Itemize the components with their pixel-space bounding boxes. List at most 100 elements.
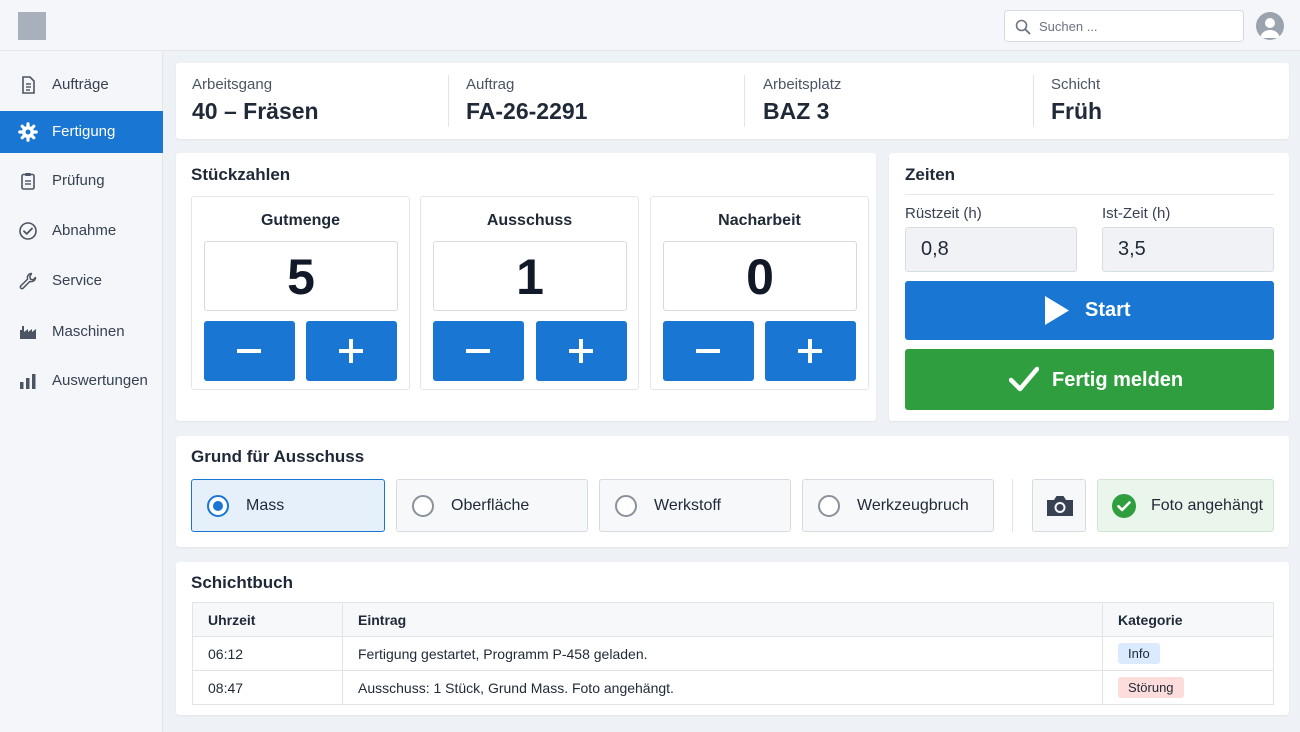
wrench-icon xyxy=(19,272,37,290)
radio-unselected-icon xyxy=(615,495,637,517)
sidebar-item-label: Aufträge xyxy=(52,76,109,93)
sidebar-item-label: Maschinen xyxy=(52,323,125,340)
quantities-title: Stückzahlen xyxy=(191,165,291,184)
reject-reason-card: Grund für Ausschuss Mass Oberfläche Werk… xyxy=(176,436,1289,547)
minus-icon xyxy=(237,349,261,353)
reason-option-label: Werkzeugbruch xyxy=(857,497,969,514)
start-button-label: Start xyxy=(1085,299,1131,321)
category-badge: Störung xyxy=(1118,677,1184,698)
minus-icon xyxy=(466,349,490,353)
radio-unselected-icon xyxy=(818,495,840,517)
factory-icon xyxy=(20,326,36,339)
plus-icon xyxy=(339,339,363,363)
radio-unselected-icon xyxy=(412,495,434,517)
info-value: BAZ 3 xyxy=(763,98,830,124)
row-time: 06:12 xyxy=(192,636,343,671)
search-input[interactable] xyxy=(1039,15,1235,37)
table-row[interactable]: 06:12 Fertigung gestartet, Programm P-45… xyxy=(192,636,1274,671)
search-box[interactable] xyxy=(1004,10,1244,42)
divider xyxy=(1033,75,1034,127)
reason-option-label: Werkstoff xyxy=(654,497,721,514)
search-icon xyxy=(1015,19,1031,35)
finish-button[interactable]: Fertig melden xyxy=(905,349,1274,410)
divider xyxy=(905,194,1274,195)
actual-time-field[interactable]: 3,5 xyxy=(1102,227,1274,272)
sidebar: Aufträge Fertigung Prüfung Abnahme Servi… xyxy=(0,51,163,732)
decrement-button[interactable] xyxy=(433,321,524,381)
table-row[interactable]: 08:47 Ausschuss: 1 Stück, Grund Mass. Fo… xyxy=(192,670,1274,705)
reason-option-werkzeugbruch[interactable]: Werkzeugbruch xyxy=(802,479,994,532)
setup-time-field[interactable]: 0,8 xyxy=(905,227,1077,272)
increment-button[interactable] xyxy=(536,321,627,381)
document-icon xyxy=(22,76,35,94)
sidebar-item-auftraege[interactable]: Aufträge xyxy=(0,64,163,106)
counter-label: Nacharbeit xyxy=(718,212,801,229)
info-value: Früh xyxy=(1051,98,1103,124)
counter-label: Ausschuss xyxy=(486,212,573,229)
reason-option-oberflaeche[interactable]: Oberfläche xyxy=(396,479,588,532)
sidebar-item-label: Auswertungen xyxy=(52,372,148,389)
row-entry: Ausschuss: 1 Stück, Grund Mass. Foto ang… xyxy=(342,670,1103,705)
counter-value[interactable]: 5 xyxy=(204,241,398,311)
check-circle-icon xyxy=(1112,494,1136,518)
shiftlog-title: Schichtbuch xyxy=(191,573,294,592)
row-category: Info xyxy=(1102,636,1274,671)
actual-time-label: Ist-Zeit (h) xyxy=(1102,205,1171,222)
check-circle-icon xyxy=(19,222,37,240)
counter-value[interactable]: 1 xyxy=(433,241,627,311)
increment-button[interactable] xyxy=(765,321,856,381)
start-button[interactable]: Start xyxy=(905,281,1274,340)
category-badge: Info xyxy=(1118,643,1160,664)
column-header-eintrag[interactable]: Eintrag xyxy=(342,602,1103,637)
setup-time-label: Rüstzeit (h) xyxy=(905,205,982,222)
column-header-uhrzeit[interactable]: Uhrzeit xyxy=(192,602,343,637)
sidebar-item-maschinen[interactable]: Maschinen xyxy=(0,311,163,353)
reason-option-mass[interactable]: Mass xyxy=(191,479,385,532)
gear-icon xyxy=(18,122,38,142)
shiftlog-table: Uhrzeit Eintrag Kategorie 06:12 Fertigun… xyxy=(192,602,1274,705)
user-avatar-icon[interactable] xyxy=(1256,12,1284,40)
info-value: FA-26-2291 xyxy=(466,98,588,124)
sidebar-item-label: Fertigung xyxy=(52,123,116,140)
info-label: Arbeitsgang xyxy=(192,76,273,93)
sidebar-item-label: Abnahme xyxy=(52,222,117,239)
camera-button[interactable] xyxy=(1032,479,1086,532)
photo-status-label: Foto angehängt xyxy=(1151,497,1264,514)
counter-ausschuss: Ausschuss 1 xyxy=(420,196,639,390)
info-label: Arbeitsplatz xyxy=(763,76,842,93)
counter-label: Gutmenge xyxy=(260,212,341,229)
minus-icon xyxy=(696,349,720,353)
sidebar-item-label: Service xyxy=(52,272,103,289)
reject-reason-title: Grund für Ausschuss xyxy=(191,447,365,466)
plus-icon xyxy=(569,339,593,363)
clipboard-icon xyxy=(21,173,35,190)
sidebar-item-pruefung[interactable]: Prüfung xyxy=(0,160,163,202)
sidebar-item-label: Prüfung xyxy=(52,172,105,189)
decrement-button[interactable] xyxy=(204,321,295,381)
increment-button[interactable] xyxy=(306,321,397,381)
info-label: Auftrag xyxy=(466,76,515,93)
table-header-row: Uhrzeit Eintrag Kategorie xyxy=(192,602,1274,637)
times-title: Zeiten xyxy=(905,165,956,184)
photo-status-badge: Foto angehängt xyxy=(1097,479,1274,532)
sidebar-item-service[interactable]: Service xyxy=(0,260,163,302)
shiftlog-card: Schichtbuch Uhrzeit Eintrag Kategorie 06… xyxy=(176,562,1289,715)
quantities-card: Stückzahlen Gutmenge 5 Ausschuss 1 Nacha… xyxy=(176,153,876,421)
sidebar-item-auswertungen[interactable]: Auswertungen xyxy=(0,360,163,402)
info-value: 40 – Fräsen xyxy=(192,98,319,124)
counter-value[interactable]: 0 xyxy=(663,241,857,311)
finish-button-label: Fertig melden xyxy=(1052,369,1184,391)
order-info-card: Arbeitsgang 40 – Fräsen Auftrag FA-26-22… xyxy=(176,63,1289,139)
reason-option-werkstoff[interactable]: Werkstoff xyxy=(599,479,791,532)
bar-chart-icon xyxy=(20,374,36,389)
sidebar-item-fertigung[interactable]: Fertigung xyxy=(0,111,163,153)
column-header-kategorie[interactable]: Kategorie xyxy=(1102,602,1274,637)
row-time: 08:47 xyxy=(192,670,343,705)
decrement-button[interactable] xyxy=(663,321,754,381)
sidebar-item-abnahme[interactable]: Abnahme xyxy=(0,210,163,252)
checkmark-icon xyxy=(1009,366,1039,392)
app-logo xyxy=(18,12,46,40)
divider xyxy=(744,75,745,127)
top-bar xyxy=(0,0,1300,51)
row-category: Störung xyxy=(1102,670,1274,705)
